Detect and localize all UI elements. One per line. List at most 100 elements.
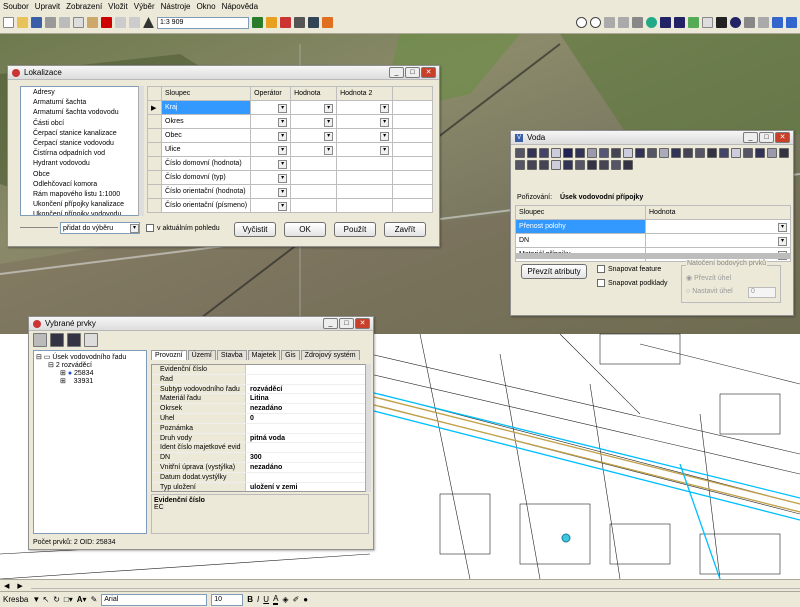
zoom-in-icon[interactable] [576, 17, 587, 28]
value-cell[interactable] [290, 170, 338, 185]
dropdown-icon[interactable]: ▾ [324, 117, 334, 127]
property-row[interactable]: Ident číslo majetkové evid [152, 443, 368, 454]
filter-row[interactable]: Obec ▾ ▾ ▾ [147, 128, 433, 143]
filter-column-cell[interactable]: Obec [160, 128, 252, 143]
voda-tool-icon[interactable] [635, 148, 645, 158]
dropdown-icon[interactable]: ▾ [278, 131, 288, 141]
dropdown-icon[interactable]: ▾ [324, 145, 334, 155]
rotation-take-radio[interactable]: ◉ Převzít úhel [686, 274, 731, 282]
transfer-attributes-button[interactable]: Převzít atributy [521, 264, 587, 279]
voda-tool-icon[interactable] [707, 148, 717, 158]
extension-icon[interactable] [322, 17, 333, 28]
property-row[interactable]: Datum dodat.vystýlky [152, 472, 368, 483]
forward-extent-icon[interactable] [674, 17, 685, 28]
value2-cell[interactable]: ▾ [336, 128, 394, 143]
python-icon[interactable] [294, 17, 305, 28]
voda-tool-icon[interactable] [695, 148, 705, 158]
value2-cell[interactable] [336, 198, 394, 213]
filter-row[interactable]: Číslo domovní (hodnota) ▾ [147, 156, 433, 171]
tab-území[interactable]: Území [187, 350, 216, 360]
value-cell[interactable]: ▾ [290, 142, 338, 157]
dropdown-icon[interactable]: ▾ [278, 159, 288, 169]
text-icon[interactable]: A▾ [77, 595, 87, 604]
layer-list-item[interactable]: Ukončení přípojky kanalizace [33, 200, 143, 210]
filter-column-cell[interactable]: Číslo orientační (hodnota) [160, 184, 252, 199]
value2-cell[interactable]: ▾ [336, 100, 394, 115]
vodovod-icon[interactable] [786, 17, 797, 28]
voda-tool-icon[interactable] [755, 148, 765, 158]
layer-list-item[interactable]: Armaturní šachta vodovodu [33, 108, 143, 118]
sel-close-button[interactable]: ✕ [355, 318, 370, 329]
ok-button[interactable]: OK [284, 222, 326, 237]
hyperlink-icon[interactable] [772, 17, 783, 28]
tab-provozní[interactable]: Provozní [151, 350, 187, 360]
data-view-icon[interactable]: ▶ [17, 582, 22, 590]
voda-tool-icon[interactable] [515, 160, 525, 170]
sel-minimize-button[interactable]: _ [323, 318, 338, 329]
voda-row[interactable]: DN ▾ [515, 233, 791, 248]
layer-list-item[interactable]: Armaturní šachta [33, 98, 143, 108]
draw-menu[interactable]: Kresba [3, 595, 28, 604]
delete-icon[interactable] [101, 17, 112, 28]
identify-icon[interactable] [730, 17, 741, 28]
dropdown-icon[interactable]: ▾ [324, 103, 334, 113]
font-size-select[interactable]: 10 [211, 593, 244, 606]
voda-tool-icon[interactable] [611, 160, 621, 170]
dropdown-icon[interactable]: ▾ [324, 131, 334, 141]
property-row[interactable]: Typ uložení uložení v zemi [152, 482, 368, 491]
menu-upravit[interactable]: Upravit [35, 2, 60, 11]
layer-list-item[interactable]: Čistírna odpadních vod [33, 149, 143, 159]
property-row[interactable]: Řad [152, 374, 368, 385]
tab-zdrojový-systém[interactable]: Zdrojový systém [300, 350, 360, 360]
italic-button[interactable]: I [257, 595, 259, 604]
voda-tool-icon[interactable] [767, 148, 777, 158]
property-row[interactable]: Úhel 0 [152, 413, 368, 424]
value2-cell[interactable] [336, 156, 394, 171]
layout-view-icon[interactable]: ◀ [4, 582, 9, 590]
tab-stavba[interactable]: Stavba [216, 350, 247, 360]
layer-list-item[interactable]: Rám mapového listu 1:1000 [33, 190, 143, 200]
selected-point[interactable] [561, 533, 571, 543]
redo-icon[interactable] [129, 17, 140, 28]
select-arrow-icon[interactable]: ▼ ↖ [32, 595, 49, 604]
filter-row[interactable]: Ulice ▾ ▾ ▾ [147, 142, 433, 157]
selected-titlebar[interactable]: Vybrané prvky _ □ ✕ [29, 317, 373, 331]
snap-base-checkbox[interactable]: Snapovat podklady [597, 279, 668, 287]
filter-column-cell[interactable]: Číslo orientační (písmeno) [160, 198, 252, 213]
help-icon[interactable] [308, 17, 319, 28]
filter-row[interactable]: Okres ▾ ▾ ▾ [147, 114, 433, 129]
voda-tool-icon[interactable] [563, 148, 573, 158]
layer-list-item[interactable]: Hydrant vodovodu [33, 159, 143, 169]
voda-tool-icon[interactable] [611, 148, 621, 158]
voda-tool-icon[interactable] [563, 160, 573, 170]
voda-tool-icon[interactable] [719, 148, 729, 158]
copy-icon[interactable] [73, 17, 84, 28]
operator-cell[interactable]: ▾ [250, 170, 292, 185]
edit-text-icon[interactable]: ✎ [91, 595, 98, 604]
font-select[interactable]: Arial [101, 593, 208, 606]
tab-gis[interactable]: Gis [281, 350, 300, 360]
voda-tool-icon[interactable] [683, 148, 693, 158]
toolbox-icon[interactable] [280, 17, 291, 28]
cut-icon[interactable] [59, 17, 70, 28]
dropdown-icon[interactable]: ▾ [380, 145, 390, 155]
tab-majetek[interactable]: Majetek [247, 350, 281, 360]
dropdown-icon[interactable]: ▾ [278, 103, 288, 113]
voda-tool-icon[interactable] [671, 148, 681, 158]
voda-attribute-cell[interactable]: DN [515, 233, 646, 248]
dropdown-icon[interactable]: ▾ [278, 201, 288, 211]
fixed-zoom-in-icon[interactable] [604, 17, 615, 28]
pan-icon[interactable] [632, 17, 643, 28]
voda-value-cell[interactable]: ▾ [645, 219, 791, 234]
menu-soubor[interactable]: Soubor [3, 2, 29, 11]
back-extent-icon[interactable] [660, 17, 671, 28]
undo-icon[interactable] [115, 17, 126, 28]
dropdown-icon[interactable]: ▾ [278, 187, 288, 197]
menu-vlozit[interactable]: Vložit [108, 2, 128, 11]
menu-nastroje[interactable]: Nástroje [161, 2, 191, 11]
filter-column-cell[interactable]: Číslo domovní (typ) [160, 170, 252, 185]
voda-tool-icon[interactable] [599, 148, 609, 158]
voda-tool-icon[interactable] [647, 148, 657, 158]
layer-list-item[interactable]: Adresy [33, 88, 143, 98]
layer-list-item[interactable]: Čerpací stanice vodovodu [33, 139, 143, 149]
